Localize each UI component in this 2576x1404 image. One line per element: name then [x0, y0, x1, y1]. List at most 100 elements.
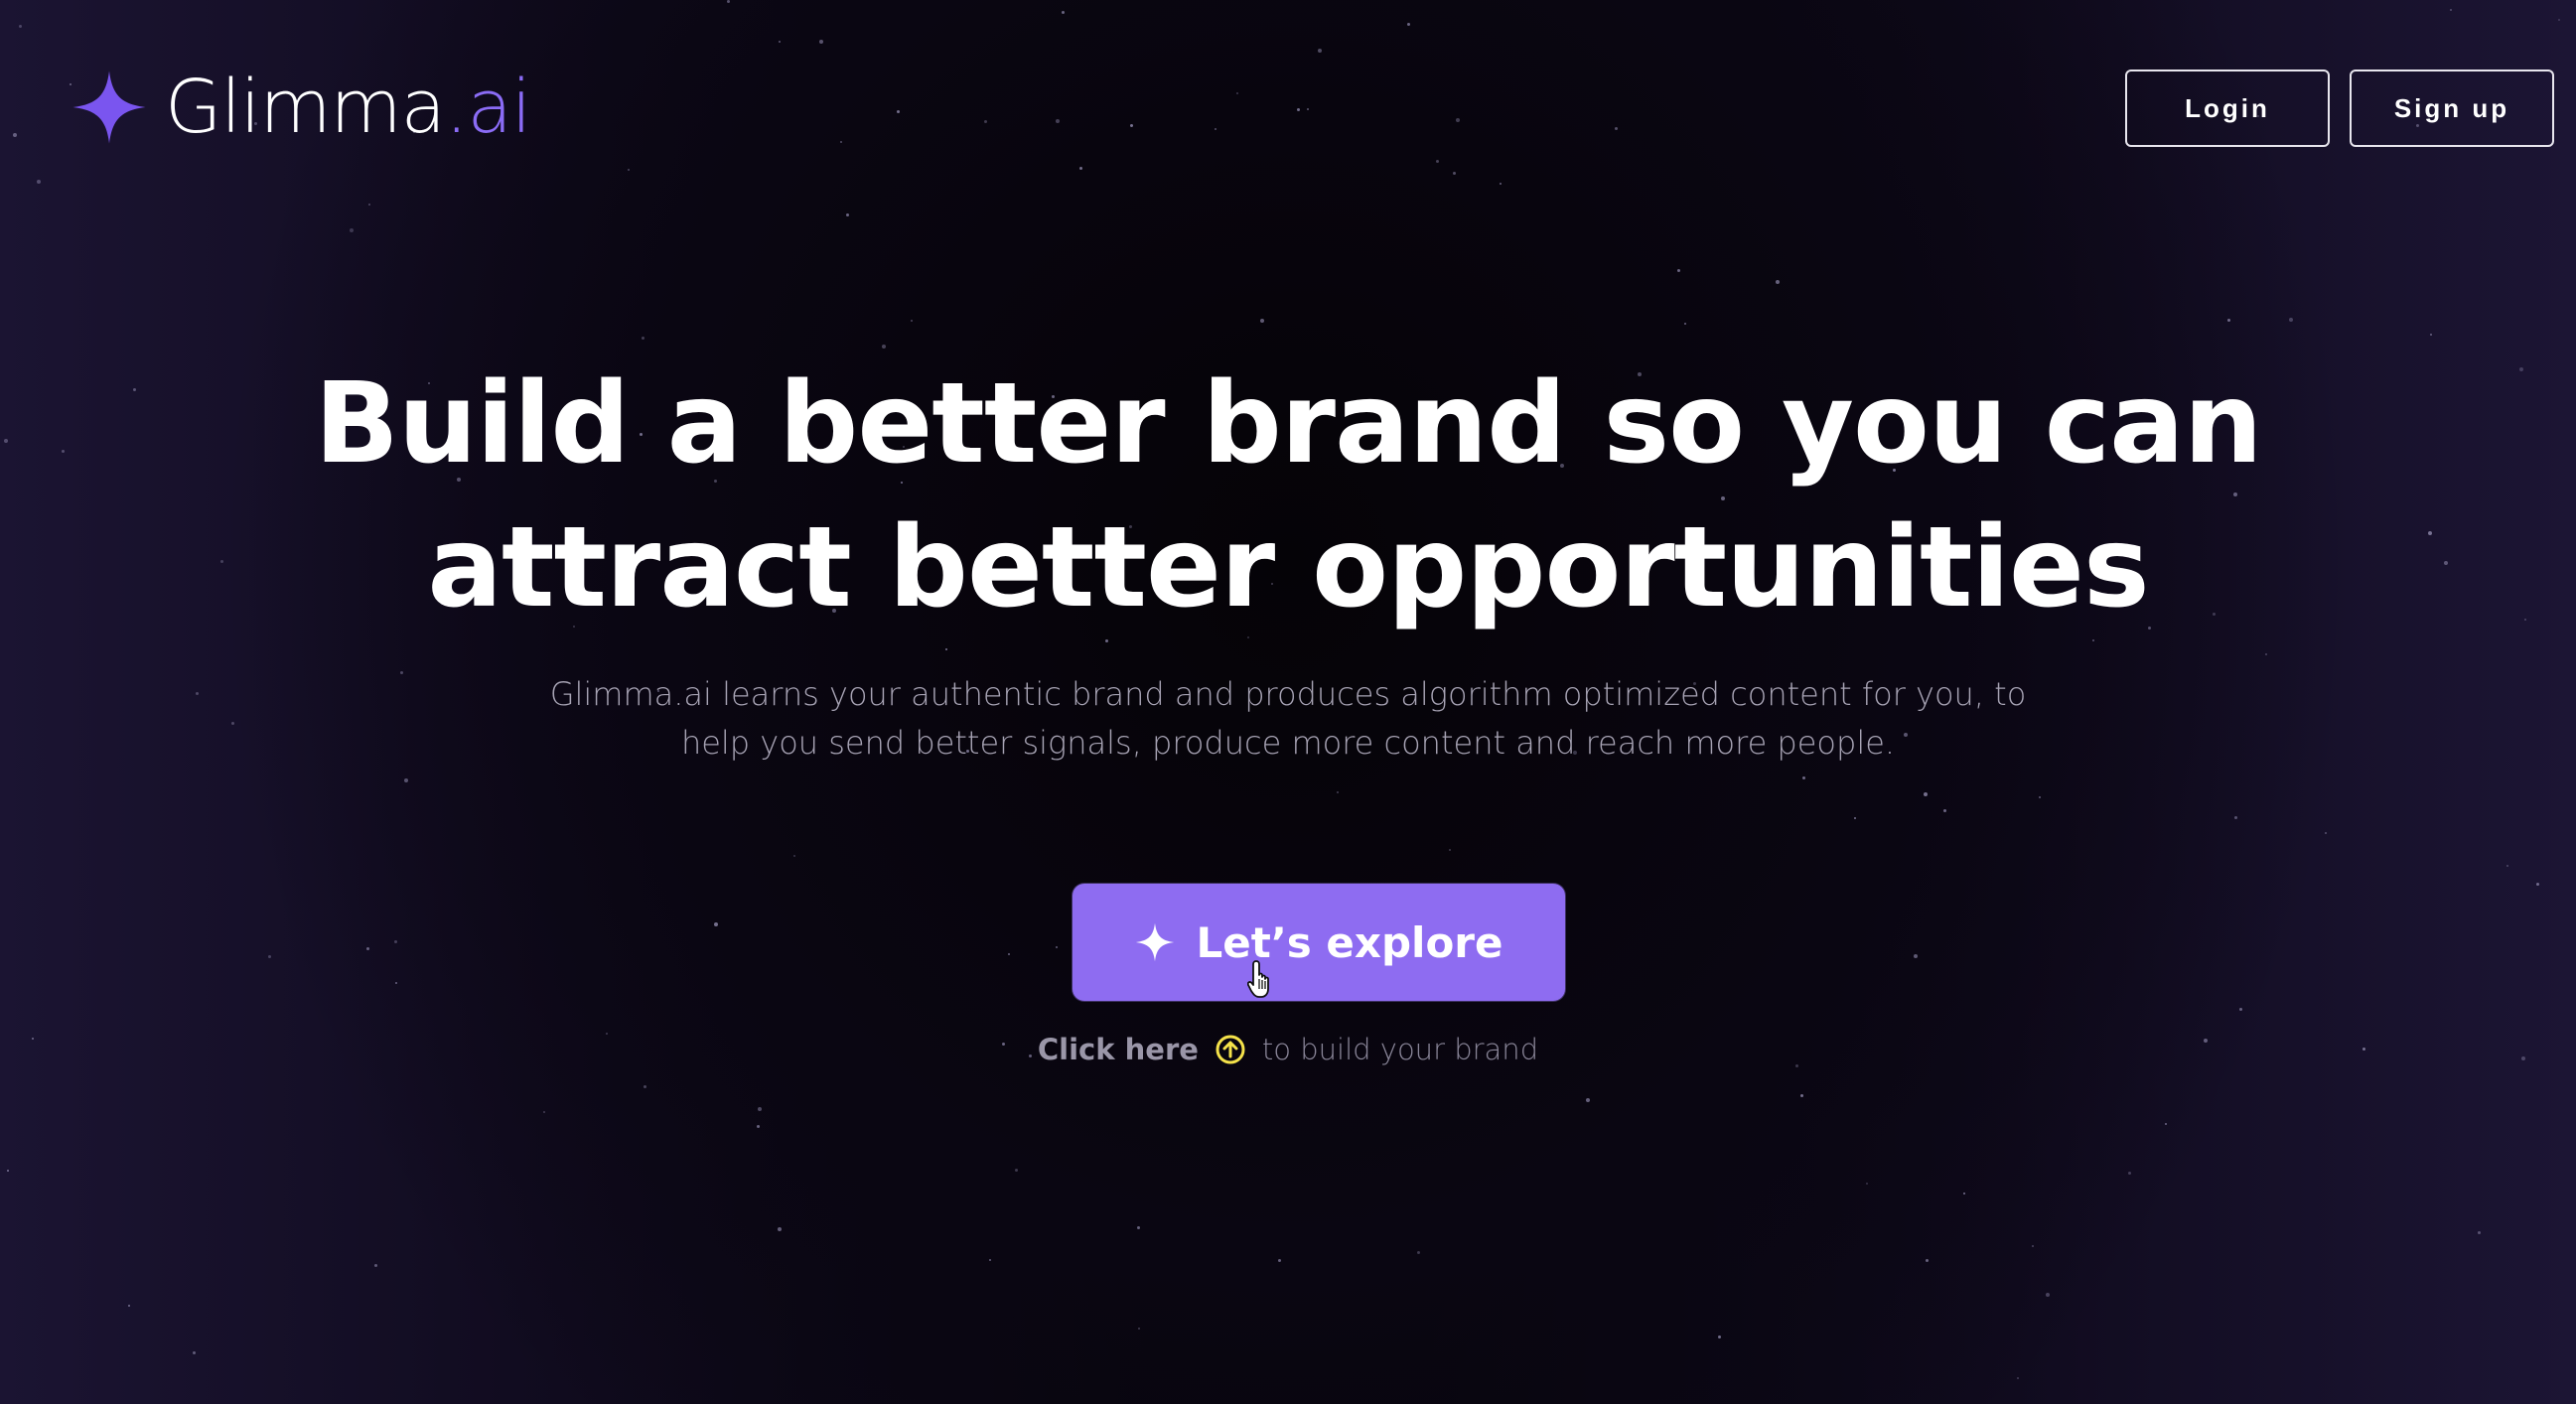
star-dot — [2325, 832, 2327, 834]
star-dot — [846, 213, 849, 216]
cta-hint: Click here to build your brand — [0, 1033, 2576, 1066]
star-dot — [1278, 1259, 1281, 1262]
cta-label: Let’s explore — [1196, 917, 1503, 967]
star-dot — [368, 204, 370, 206]
star-dot — [642, 337, 644, 340]
star-dot — [989, 1259, 991, 1261]
star-dot — [2039, 796, 2041, 798]
star-dot — [1215, 128, 1216, 130]
hint-text: to build your brand — [1261, 1033, 1539, 1066]
star-dot — [1866, 1183, 1868, 1185]
brand-logo[interactable]: Glimma.ai — [72, 70, 531, 145]
hint-click-here[interactable]: Click here — [1038, 1033, 1199, 1066]
star-dot — [793, 855, 795, 857]
star-dot — [984, 120, 987, 123]
headline-line-2: attract better opportunities — [427, 503, 2149, 632]
star-dot — [1802, 776, 1805, 779]
star-dot — [714, 922, 718, 926]
star-dot — [1079, 167, 1082, 170]
star-dot — [395, 982, 397, 984]
star-dot — [1963, 1193, 1965, 1194]
login-button[interactable]: Login — [2125, 70, 2330, 147]
star-dot — [1926, 1259, 1929, 1262]
brand-name: Glimma — [165, 65, 446, 150]
star-dot — [1297, 108, 1300, 111]
star-dot — [1453, 172, 1456, 175]
star-dot — [897, 110, 900, 113]
star-dot — [1718, 1335, 1721, 1338]
star-dot — [2506, 865, 2508, 867]
star-dot — [2165, 1123, 2167, 1125]
star-dot — [2234, 816, 2237, 819]
star-dot — [2227, 319, 2230, 322]
star-dot — [394, 940, 397, 943]
star-dot — [644, 1085, 646, 1088]
hero-section: Build a better brand so you can attract … — [0, 352, 2576, 768]
star-dot — [2430, 334, 2432, 336]
star-dot — [404, 778, 408, 782]
star-dot — [2128, 1172, 2131, 1175]
star-dot — [2289, 318, 2293, 322]
star-dot — [193, 1351, 196, 1354]
star-dot — [128, 1305, 130, 1307]
star-dot — [779, 41, 781, 43]
star-dot — [1236, 92, 1238, 94]
sparkle-icon — [1135, 922, 1174, 962]
star-dot — [1337, 791, 1339, 793]
star-dot — [1586, 1098, 1590, 1102]
sparkle-star-icon — [72, 70, 146, 144]
lets-explore-button[interactable]: Let’s explore — [1073, 884, 1565, 1001]
star-dot — [1417, 1251, 1420, 1254]
star-dot — [757, 1125, 760, 1128]
star-dot — [2450, 9, 2452, 11]
star-dot — [1456, 118, 1460, 122]
star-dot — [268, 955, 271, 958]
hand-pointer-cursor-icon — [1247, 960, 1269, 998]
hero-headline: Build a better brand so you can attract … — [0, 352, 2576, 640]
star-dot — [1684, 323, 1686, 325]
star-dot — [1943, 809, 1946, 812]
star-dot — [1449, 849, 1451, 851]
star-dot — [1137, 1226, 1140, 1229]
star-dot — [727, 0, 730, 3]
star-dot — [37, 180, 41, 184]
star-dot — [1500, 183, 1502, 185]
star-dot — [1307, 108, 1309, 110]
brand-extension: .ai — [444, 65, 531, 150]
star-dot — [543, 1111, 545, 1113]
star-dot — [628, 169, 630, 171]
signup-button[interactable]: Sign up — [2350, 70, 2554, 147]
star-dot — [840, 141, 842, 143]
star-dot — [1436, 160, 1439, 163]
star-dot — [366, 947, 369, 950]
headline-line-1: Build a better brand so you can — [314, 359, 2263, 489]
star-dot — [2536, 883, 2539, 886]
star-dot — [758, 1107, 762, 1111]
arrow-up-circle-icon — [1216, 1035, 1245, 1064]
star-dot — [1056, 946, 1058, 948]
star-dot — [19, 25, 22, 28]
star-dot — [1062, 11, 1065, 14]
star-dot — [13, 133, 17, 137]
star-dot — [1677, 269, 1680, 272]
star-dot — [911, 320, 913, 322]
brand-wordmark: Glimma.ai — [165, 70, 531, 144]
star-dot — [1407, 23, 1410, 26]
star-dot — [1015, 1169, 1018, 1172]
star-dot — [778, 1227, 782, 1231]
star-dot — [819, 40, 823, 44]
star-dot — [1138, 1328, 1140, 1330]
subtext-line-2: help you send better signals, produce mo… — [680, 724, 1896, 762]
star-dot — [374, 1264, 377, 1267]
star-dot — [1318, 49, 1322, 53]
auth-nav: Login Sign up — [2125, 70, 2554, 147]
star-dot — [1924, 792, 1928, 796]
star-dot — [1776, 280, 1780, 284]
star-dot — [350, 228, 354, 232]
star-dot — [882, 345, 886, 349]
star-dot — [1854, 817, 1856, 819]
star-dot — [1800, 1094, 1803, 1097]
star-dot — [2032, 1245, 2034, 1247]
star-dot — [2017, 1377, 2019, 1379]
star-dot — [2478, 1231, 2481, 1234]
